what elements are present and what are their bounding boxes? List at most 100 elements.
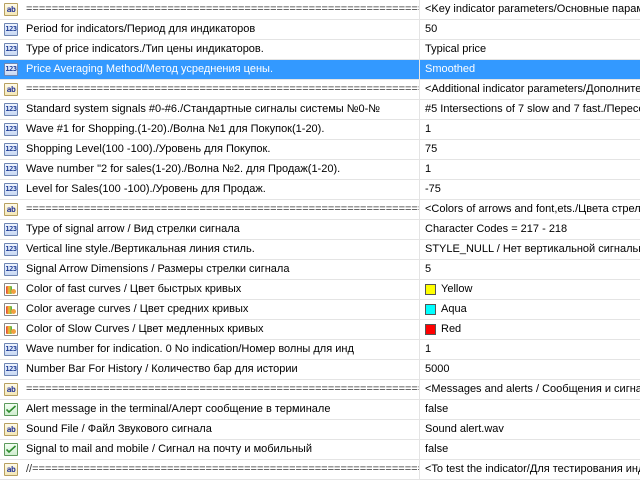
parameter-value[interactable]: <Colors of arrows and font,ets./Цвета ст… (420, 200, 640, 219)
parameter-value[interactable]: STYLE_NULL / Нет вертикальной сигнальной (420, 240, 640, 259)
parameter-value[interactable]: 75 (420, 140, 640, 159)
parameter-name: Sound File / Файл Звукового сигнала (22, 420, 420, 439)
type-icon-cell: 123 (0, 160, 22, 179)
parameter-row-13[interactable]: 123 Vertical line style./Вертикальная ли… (0, 240, 640, 260)
parameter-name: //======================================… (22, 460, 420, 479)
parameter-row-23[interactable]: Signal to mail and mobile / Сигнал на по… (0, 440, 640, 460)
parameter-name: Level for Sales(100 -100)./Уровень для П… (22, 180, 420, 199)
parameter-name: ========================================… (22, 0, 420, 19)
parameter-value[interactable]: Smoothed (420, 60, 640, 79)
parameter-value-text: 1 (425, 343, 432, 355)
parameter-row-24[interactable]: ab //===================================… (0, 460, 640, 480)
parameter-row-18[interactable]: 123 Wave number for indication. 0 No ind… (0, 340, 640, 360)
parameter-value[interactable]: Typical price (420, 40, 640, 59)
parameter-name: Shopping Level(100 -100)./Уровень для По… (22, 140, 420, 159)
type-icon-cell: 123 (0, 120, 22, 139)
parameter-row-12[interactable]: 123 Type of signal arrow / Вид стрелки с… (0, 220, 640, 240)
parameter-row-7[interactable]: 123 Wave #1 for Shopping.(1-20)./Волна №… (0, 120, 640, 140)
string-icon: ab (4, 203, 18, 216)
parameter-row-21[interactable]: Alert message in the terminal/Алерт сооб… (0, 400, 640, 420)
parameter-row-11[interactable]: ab =====================================… (0, 200, 640, 220)
parameter-value[interactable]: <Additional indicator parameters/Дополни… (420, 80, 640, 99)
parameter-row-4[interactable]: 123 Price Averaging Method/Метод усредне… (0, 60, 640, 80)
parameter-name: Type of signal arrow / Вид стрелки сигна… (22, 220, 420, 239)
parameter-value[interactable]: false (420, 440, 640, 459)
parameter-value[interactable]: Red (420, 320, 640, 339)
type-icon-cell: 123 (0, 100, 22, 119)
type-icon-cell: ab (0, 460, 22, 479)
type-icon-cell (0, 300, 22, 319)
parameter-row-22[interactable]: ab Sound File / Файл Звукового сигнала S… (0, 420, 640, 440)
parameter-name: Number Bar For History / Количество бар … (22, 360, 420, 379)
parameter-value-text: <Colors of arrows and font,ets./Цвета ст… (425, 203, 640, 215)
parameter-row-14[interactable]: 123 Signal Arrow Dimensions / Размеры ст… (0, 260, 640, 280)
parameter-value-text: Red (441, 323, 462, 335)
integer-icon: 123 (4, 363, 18, 376)
parameter-value[interactable]: 5000 (420, 360, 640, 379)
parameter-value-text: <Key indicator parameters/Основные парам… (425, 3, 640, 15)
parameter-row-17[interactable]: Color of Slow Curves / Цвет медленных кр… (0, 320, 640, 340)
parameter-name: Wave number "2 for sales(1-20)./Волна №2… (22, 160, 420, 179)
parameter-value-text: false (425, 443, 449, 455)
type-icon-cell (0, 400, 22, 419)
string-icon: ab (4, 463, 18, 476)
parameter-value[interactable]: 5 (420, 260, 640, 279)
type-icon-cell: 123 (0, 140, 22, 159)
parameter-value[interactable]: Character Codes = 217 - 218 (420, 220, 640, 239)
parameter-row-15[interactable]: Color of fast curves / Цвет быстрых крив… (0, 280, 640, 300)
parameter-value[interactable]: 50 (420, 20, 640, 39)
type-icon-cell: ab (0, 420, 22, 439)
parameter-value[interactable]: <Messages and alerts / Сообщения и сигна… (420, 380, 640, 399)
parameter-value[interactable]: <Key indicator parameters/Основные парам… (420, 0, 640, 19)
parameter-value[interactable]: #5 Intersections of 7 slow and 7 fast./П… (420, 100, 640, 119)
integer-icon: 123 (4, 123, 18, 136)
parameter-value-text: <Messages and alerts / Сообщения и сигна… (425, 383, 640, 395)
parameter-name: Signal Arrow Dimensions / Размеры стрелк… (22, 260, 420, 279)
type-icon-cell (0, 280, 22, 299)
color-icon (4, 323, 18, 336)
color-swatch (425, 324, 436, 335)
integer-icon: 123 (4, 223, 18, 236)
type-icon-cell: ab (0, 200, 22, 219)
parameter-row-3[interactable]: 123 Type of price indicators./Тип цены и… (0, 40, 640, 60)
parameter-value[interactable]: -75 (420, 180, 640, 199)
parameter-value[interactable]: Yellow (420, 280, 640, 299)
parameter-value[interactable]: 1 (420, 160, 640, 179)
parameter-value[interactable]: Sound alert.wav (420, 420, 640, 439)
parameter-value-text: 1 (425, 163, 432, 175)
parameter-value[interactable]: false (420, 400, 640, 419)
parameter-row-2[interactable]: 123 Period for indicators/Период для инд… (0, 20, 640, 40)
parameter-value-text: 1 (425, 123, 432, 135)
type-icon-cell: 123 (0, 260, 22, 279)
parameter-value[interactable]: 1 (420, 340, 640, 359)
parameter-value[interactable]: Aqua (420, 300, 640, 319)
parameter-value-text: #5 Intersections of 7 slow and 7 fast./П… (425, 103, 640, 115)
parameter-row-20[interactable]: ab =====================================… (0, 380, 640, 400)
parameter-row-6[interactable]: 123 Standard system signals #0-#6./Станд… (0, 100, 640, 120)
parameter-row-16[interactable]: Color average curves / Цвет средних крив… (0, 300, 640, 320)
parameter-row-5[interactable]: ab =====================================… (0, 80, 640, 100)
parameter-name: Price Averaging Method/Метод усреднения … (22, 60, 420, 79)
parameter-row-10[interactable]: 123 Level for Sales(100 -100)./Уровень д… (0, 180, 640, 200)
integer-icon: 123 (4, 243, 18, 256)
parameter-row-8[interactable]: 123 Shopping Level(100 -100)./Уровень дл… (0, 140, 640, 160)
parameter-name: Type of price indicators./Тип цены индик… (22, 40, 420, 59)
parameter-value-text: 5000 (425, 363, 450, 375)
parameter-value-text: Sound alert.wav (425, 423, 504, 435)
color-icon (4, 283, 18, 296)
parameter-value-text: 75 (425, 143, 438, 155)
parameter-value-text: Smoothed (425, 63, 476, 75)
parameter-value[interactable]: <To test the indicator/Для тестирования … (420, 460, 640, 479)
parameter-row-19[interactable]: 123 Number Bar For History / Количество … (0, 360, 640, 380)
integer-icon: 123 (4, 183, 18, 196)
type-icon-cell: 123 (0, 180, 22, 199)
integer-icon: 123 (4, 63, 18, 76)
type-icon-cell: 123 (0, 360, 22, 379)
string-icon: ab (4, 383, 18, 396)
parameter-value-text: Yellow (441, 283, 473, 295)
type-icon-cell: 123 (0, 60, 22, 79)
parameter-row-9[interactable]: 123 Wave number "2 for sales(1-20)./Волн… (0, 160, 640, 180)
color-swatch (425, 304, 436, 315)
parameter-row-1[interactable]: ab =====================================… (0, 0, 640, 20)
parameter-value[interactable]: 1 (420, 120, 640, 139)
